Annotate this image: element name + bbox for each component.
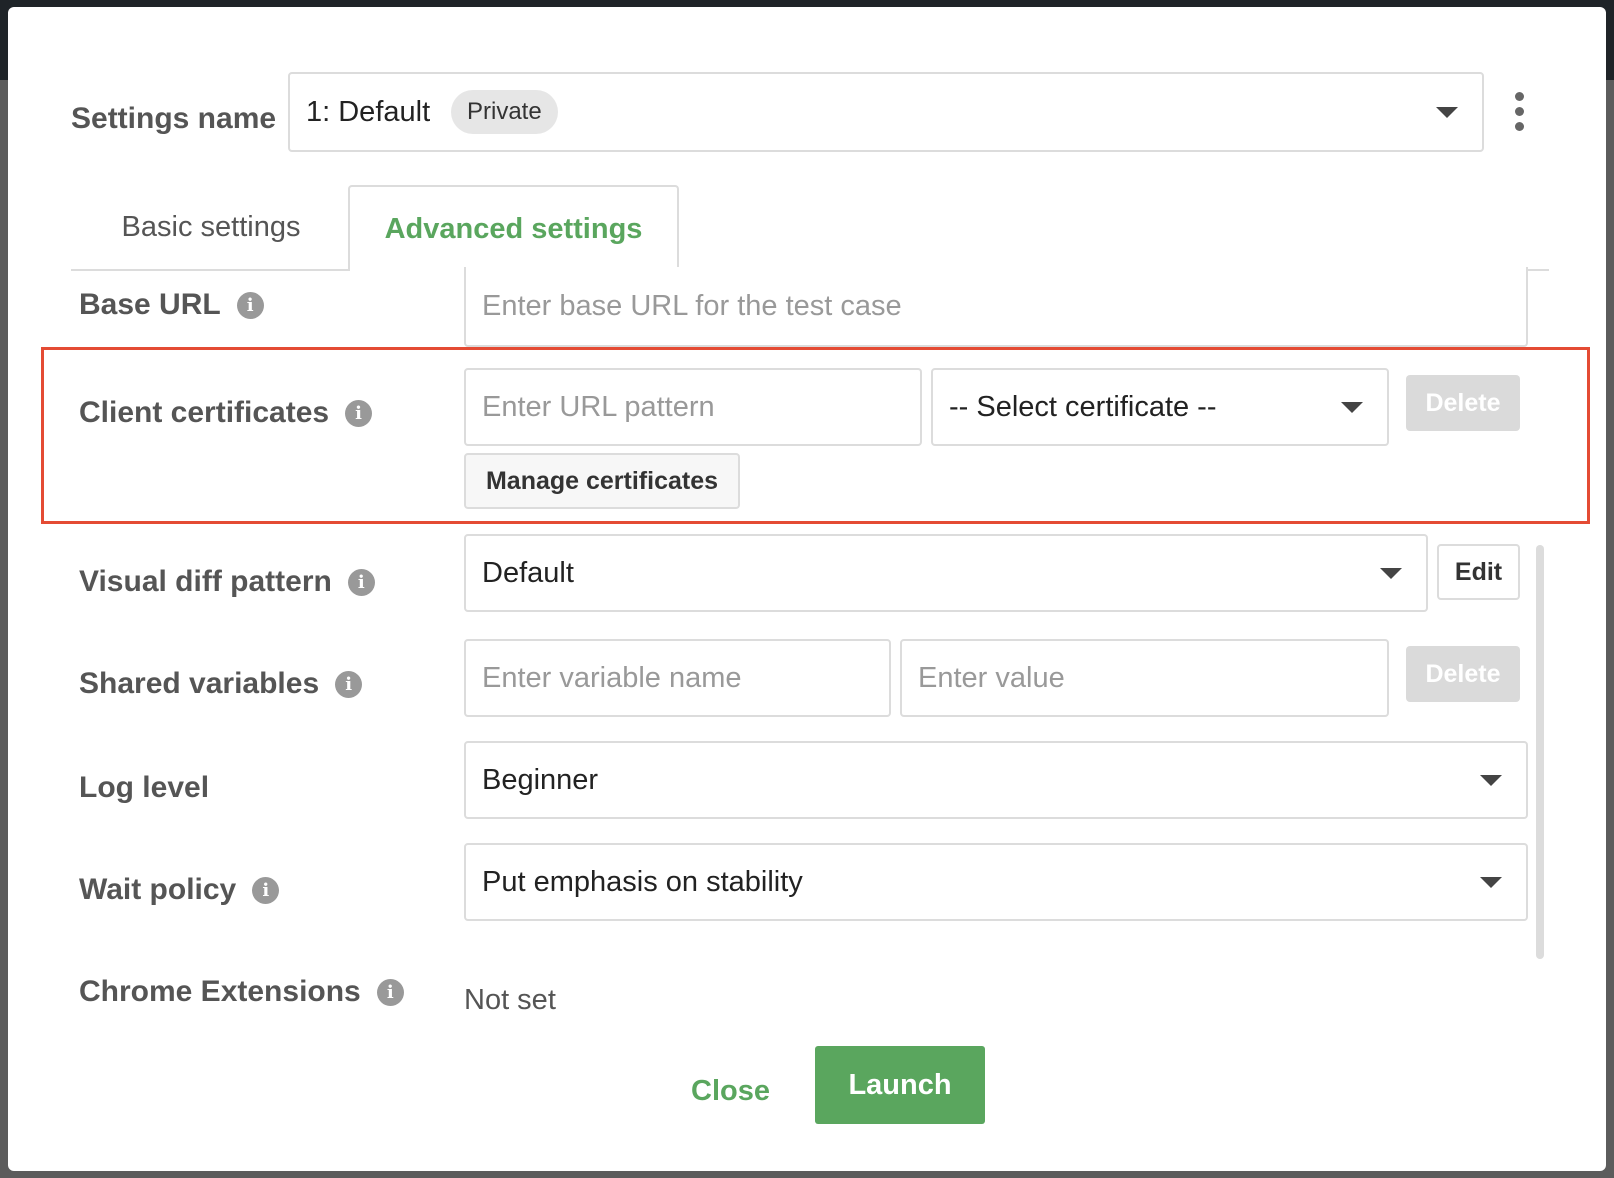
manage-certificates-button[interactable]: Manage certificates <box>464 453 740 509</box>
wait-policy-label: Wait policy i <box>79 865 280 915</box>
private-badge: Private <box>451 90 558 134</box>
settings-modal: Settings name 1: Default Private Basic s… <box>8 7 1606 1171</box>
chevron-down-icon <box>1380 568 1402 579</box>
chrome-extensions-label: Chrome Extensions i <box>79 967 404 1017</box>
info-icon[interactable]: i <box>376 978 404 1006</box>
settings-name-select[interactable]: 1: Default Private <box>288 72 1484 152</box>
visual-diff-label-text: Visual diff pattern <box>79 565 332 598</box>
info-icon[interactable]: i <box>347 568 375 596</box>
settings-name-value: 1: Default <box>306 95 431 128</box>
chevron-down-icon <box>1480 877 1502 888</box>
variable-value-input[interactable]: Enter value <box>900 639 1389 717</box>
info-icon[interactable]: i <box>252 876 280 904</box>
info-icon[interactable]: i <box>335 670 363 698</box>
tab-basic-settings[interactable]: Basic settings <box>71 185 351 269</box>
log-level-label: Log level <box>79 763 209 813</box>
chrome-extensions-value: Not set <box>464 983 556 1016</box>
chrome-extensions-label-text: Chrome Extensions <box>79 975 361 1008</box>
certificate-delete-button[interactable]: Delete <box>1406 375 1520 431</box>
close-button[interactable]: Close <box>668 1052 793 1130</box>
url-pattern-input[interactable]: Enter URL pattern <box>464 368 922 446</box>
tab-advanced-settings[interactable]: Advanced settings <box>348 185 679 271</box>
visual-diff-label: Visual diff pattern i <box>79 557 375 607</box>
client-certificates-label-text: Client certificates <box>79 396 330 429</box>
base-url-label-text: Base URL <box>79 288 221 321</box>
launch-button[interactable]: Launch <box>815 1046 985 1124</box>
chevron-down-icon <box>1341 402 1363 413</box>
shared-variables-label-text: Shared variables <box>79 667 320 700</box>
base-url-label: Base URL i <box>79 280 264 330</box>
chevron-down-icon <box>1436 107 1458 118</box>
log-level-select[interactable]: Beginner <box>464 741 1528 819</box>
settings-name-label: Settings name <box>71 102 277 135</box>
client-certificates-label: Client certificates i <box>79 388 373 438</box>
wait-policy-label-text: Wait policy <box>79 873 237 906</box>
visual-diff-value: Default <box>482 556 574 589</box>
base-url-input[interactable]: Enter base URL for the test case <box>464 267 1528 347</box>
shared-variables-label: Shared variables i <box>79 659 363 709</box>
info-icon[interactable]: i <box>345 399 373 427</box>
visual-diff-edit-button[interactable]: Edit <box>1437 544 1520 600</box>
log-level-value: Beginner <box>482 763 599 796</box>
scrollbar-thumb[interactable] <box>1536 545 1544 959</box>
log-level-label-text: Log level <box>79 771 210 804</box>
info-icon[interactable]: i <box>236 291 264 319</box>
variable-name-input[interactable]: Enter variable name <box>464 639 891 717</box>
variable-delete-button[interactable]: Delete <box>1406 646 1520 702</box>
wait-policy-select[interactable]: Put emphasis on stability <box>464 843 1528 921</box>
visual-diff-select[interactable]: Default <box>464 534 1428 612</box>
certificate-select[interactable]: -- Select certificate -- <box>931 368 1389 446</box>
chevron-down-icon <box>1480 775 1502 786</box>
wait-policy-value: Put emphasis on stability <box>482 865 803 898</box>
certificate-select-value: -- Select certificate -- <box>949 390 1217 423</box>
kebab-icon[interactable] <box>1510 92 1530 132</box>
